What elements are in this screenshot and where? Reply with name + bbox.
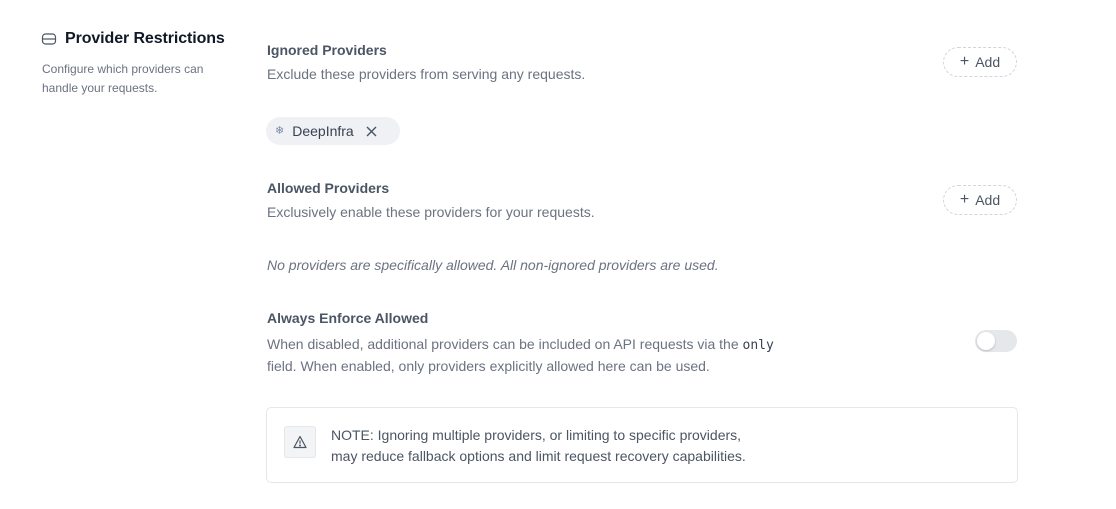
note-text: NOTE: Ignoring multiple providers, or li… xyxy=(331,427,746,464)
add-allowed-provider-button[interactable]: + Add xyxy=(943,185,1017,215)
allowed-empty-message: No providers are specifically allowed. A… xyxy=(267,257,719,273)
allowed-providers-description: Exclusively enable these providers for y… xyxy=(267,204,595,220)
enforce-description-after: field. When enabled, only providers expl… xyxy=(267,358,710,374)
enforce-allowed-toggle[interactable] xyxy=(975,330,1017,352)
snowflake-icon: ❄ xyxy=(275,124,285,137)
provider-restrictions-page: Provider Restrictions Configure which pr… xyxy=(0,0,1116,509)
add-ignored-provider-button[interactable]: + Add xyxy=(943,47,1017,77)
close-icon xyxy=(366,126,377,136)
enforce-allowed-title: Always Enforce Allowed xyxy=(267,310,429,326)
section-header: Provider Restrictions xyxy=(41,30,225,48)
allowed-providers-title: Allowed Providers xyxy=(267,180,390,196)
plus-icon: + xyxy=(959,191,970,208)
enforce-allowed-description: When disabled, additional providers can … xyxy=(267,334,787,377)
plus-icon: + xyxy=(959,53,970,70)
section-title: Provider Restrictions xyxy=(65,30,225,47)
warning-icon xyxy=(284,426,316,458)
ignored-providers-title: Ignored Providers xyxy=(267,42,387,58)
toggle-knob xyxy=(977,332,995,350)
add-label: Add xyxy=(975,192,1001,208)
remove-chip-button[interactable] xyxy=(366,126,377,137)
add-label: Add xyxy=(975,54,1001,70)
note-callout: NOTE: Ignoring multiple providers, or li… xyxy=(266,407,1018,483)
ignored-providers-description: Exclude these providers from serving any… xyxy=(267,66,586,82)
server-stack-icon xyxy=(41,31,57,47)
ignored-provider-chip: ❄ DeepInfra xyxy=(266,117,400,145)
enforce-description-before: When disabled, additional providers can … xyxy=(267,336,739,352)
chip-label: DeepInfra xyxy=(292,123,354,139)
section-description: Configure which providers can handle you… xyxy=(42,62,204,95)
only-field-code: only xyxy=(742,338,774,353)
